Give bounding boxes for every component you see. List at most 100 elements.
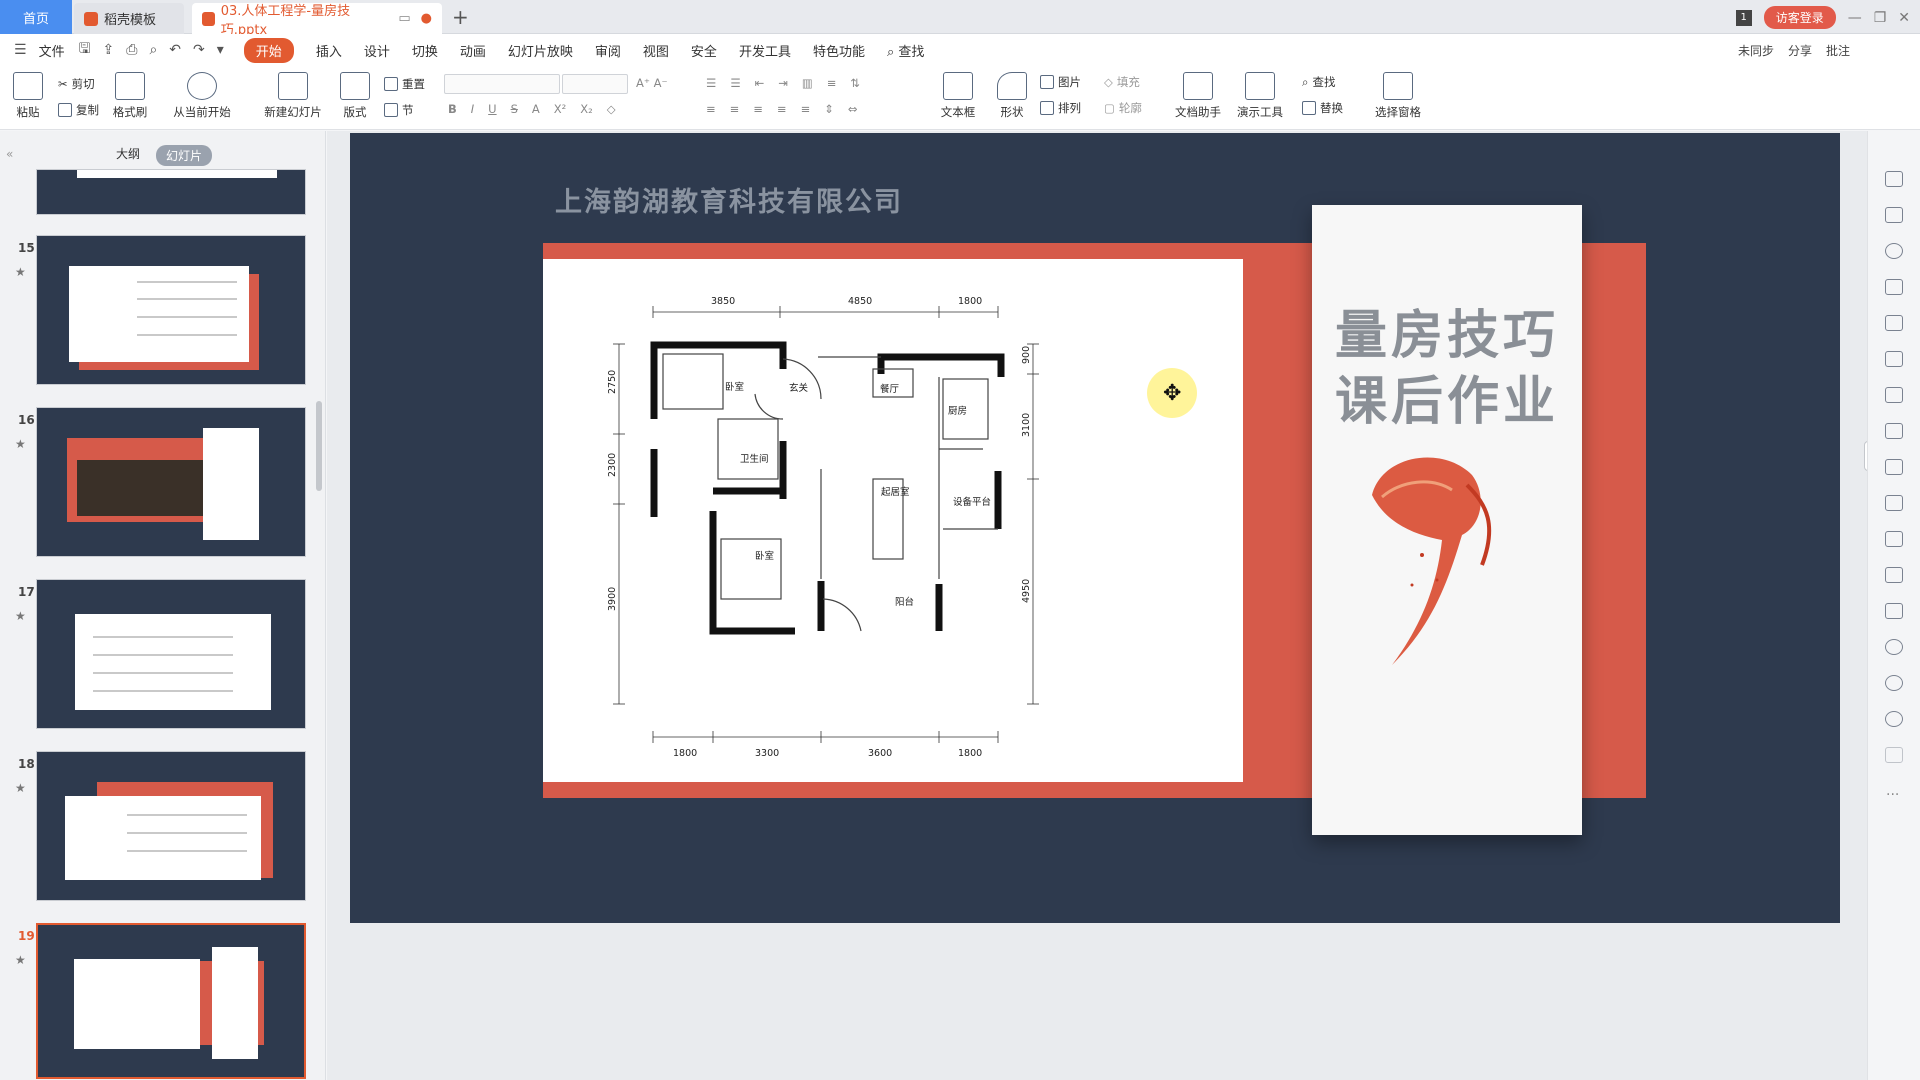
slide-thumbnail[interactable] xyxy=(36,169,306,215)
menu-security[interactable]: 安全 xyxy=(691,41,717,60)
undo-icon[interactable]: ↶ xyxy=(169,42,181,58)
tab-slides[interactable]: 幻灯片 xyxy=(156,145,213,166)
picture-button[interactable]: 图片 xyxy=(1040,74,1081,90)
slide-thumbnail-selected[interactable] xyxy=(36,923,306,1079)
print-icon[interactable]: ⎙ xyxy=(126,42,137,58)
doc-assistant-button[interactable]: 文档助手 xyxy=(1172,72,1224,120)
menu-file[interactable]: 文件 xyxy=(39,41,65,60)
login-button[interactable]: 访客登录 xyxy=(1763,6,1836,29)
number-list-icon[interactable]: ☰ xyxy=(730,76,740,90)
format-painter-button[interactable]: 格式刷 xyxy=(110,72,150,120)
window-count-badge[interactable]: 1 xyxy=(1735,9,1752,26)
save-icon[interactable]: 🖫 xyxy=(79,38,91,62)
eraser-icon[interactable]: ◇ xyxy=(607,102,616,116)
minimize-icon[interactable]: — xyxy=(1848,10,1862,26)
collapse-panel-icon[interactable]: « xyxy=(6,147,13,161)
hamburger-icon[interactable]: ☰ xyxy=(14,42,27,58)
tab-document[interactable]: 03.人体工程学-量房技巧.pptx ▭ ● xyxy=(192,3,442,38)
more-icon[interactable]: ··· xyxy=(1886,787,1899,803)
shape-button[interactable]: 形状 xyxy=(994,72,1030,120)
textbox-button[interactable]: 文本框 xyxy=(938,72,978,120)
layout-button[interactable]: 版式 xyxy=(338,72,372,120)
indent-left-icon[interactable]: ⇤ xyxy=(755,76,765,90)
preview-icon[interactable]: ⌕ xyxy=(149,42,157,58)
superscript-icon[interactable]: X² xyxy=(554,102,567,116)
slide-thumbnail[interactable] xyxy=(36,407,306,557)
reset-button[interactable]: 重置 xyxy=(384,76,425,92)
copy-panel-icon[interactable] xyxy=(1885,207,1903,223)
pin-icon[interactable] xyxy=(1885,171,1903,187)
picture-panel-icon[interactable] xyxy=(1885,567,1903,583)
window-icon[interactable] xyxy=(1885,531,1903,547)
columns-icon[interactable]: ▥ xyxy=(802,76,813,90)
font-grow-button[interactable]: A⁺ A⁻ xyxy=(636,76,668,90)
share-icon[interactable] xyxy=(1885,495,1903,511)
close-icon[interactable]: ✕ xyxy=(1898,10,1910,26)
menu-animation[interactable]: 动画 xyxy=(460,41,486,60)
underline-icon[interactable]: U xyxy=(488,102,496,116)
justify-icon[interactable]: ≡ xyxy=(777,102,787,116)
redo-icon[interactable]: ↷ xyxy=(193,42,205,58)
homework-card[interactable]: 量房技巧 课后作业 xyxy=(1312,205,1582,835)
location-icon[interactable] xyxy=(1885,243,1903,259)
cube-icon[interactable] xyxy=(1885,747,1903,763)
align-group[interactable]: ≡ ≡ ≡ ≡ ≡ ⇕ ⇔ xyxy=(706,102,857,116)
indent-right-icon[interactable]: ⇥ xyxy=(778,76,788,90)
bullet-list-icon[interactable]: ☰ xyxy=(706,76,716,90)
tab-template[interactable]: 稻壳模板 xyxy=(74,3,184,34)
slide-thumbnail[interactable] xyxy=(36,235,306,385)
distribute-icon[interactable]: ≡ xyxy=(801,102,811,116)
font-color-icon[interactable]: A xyxy=(532,102,540,116)
menu-design[interactable]: 设计 xyxy=(364,41,390,60)
bold-icon[interactable]: B xyxy=(448,102,457,116)
menu-view[interactable]: 视图 xyxy=(643,41,669,60)
paragraph-group[interactable]: ☰ ☰ ⇤ ⇥ ▥ ≡ ⇅ xyxy=(706,76,860,90)
menu-slideshow[interactable]: 幻灯片放映 xyxy=(508,41,573,60)
menu-developer[interactable]: 开发工具 xyxy=(739,41,791,60)
strike-icon[interactable]: S xyxy=(511,102,518,116)
tab-outline[interactable]: 大纲 xyxy=(116,145,140,166)
align-left-icon[interactable]: ≡ xyxy=(706,102,716,116)
tab-home[interactable]: 首页 xyxy=(0,0,72,34)
image-panel-icon[interactable] xyxy=(1885,459,1903,475)
find-button[interactable]: ⌕ 查找 xyxy=(1302,74,1335,90)
align-right-icon[interactable]: ≡ xyxy=(753,102,763,116)
menu-transition[interactable]: 切换 xyxy=(412,41,438,60)
align-center-icon[interactable]: ≡ xyxy=(730,102,740,116)
shape-panel-icon[interactable] xyxy=(1885,279,1903,295)
section-button[interactable]: 节 xyxy=(384,102,414,118)
italic-icon[interactable]: I xyxy=(471,102,474,116)
replace-button[interactable]: 替换 xyxy=(1302,100,1343,116)
menu-special[interactable]: 特色功能 xyxy=(813,41,865,60)
export-icon[interactable]: ⇪ xyxy=(103,42,115,58)
comment-button[interactable]: 批注 xyxy=(1826,42,1850,59)
line-spacing-icon[interactable]: ≡ xyxy=(827,76,837,90)
help-icon[interactable] xyxy=(1885,711,1903,727)
menu-insert[interactable]: 插入 xyxy=(316,41,342,60)
fill-button[interactable]: ◇ 填充 xyxy=(1104,74,1140,90)
menu-review[interactable]: 审阅 xyxy=(595,41,621,60)
present-tools-button[interactable]: 演示工具 xyxy=(1232,72,1288,120)
text-spacing-icon[interactable]: ⇔ xyxy=(848,102,858,116)
new-slide-button[interactable]: 新建幻灯片 xyxy=(256,72,330,120)
slide-thumbnail[interactable] xyxy=(36,579,306,729)
copy-button[interactable]: 复制 xyxy=(58,102,99,118)
audio-icon[interactable] xyxy=(1885,603,1903,619)
maximize-icon[interactable]: ❐ xyxy=(1874,10,1887,26)
arrange-button[interactable]: 排列 xyxy=(1040,100,1081,116)
font-name-select[interactable] xyxy=(444,74,560,94)
sync-status[interactable]: 未同步 xyxy=(1738,42,1774,59)
menu-search[interactable]: ⌕ 查找 xyxy=(887,41,924,60)
table-icon[interactable] xyxy=(1885,315,1903,331)
new-tab-button[interactable]: + xyxy=(452,5,469,29)
floor-plan[interactable]: 3850 4850 1800 1800 3300 3600 1800 2750 … xyxy=(543,259,1243,782)
slide[interactable]: 上海韵湖教育科技有限公司 3850 4850 1800 1800 3300 36… xyxy=(350,133,1840,923)
slide-thumbnail[interactable] xyxy=(36,751,306,901)
font-size-select[interactable] xyxy=(562,74,628,94)
tab-monitor-icon[interactable]: ▭ xyxy=(398,11,410,26)
company-title[interactable]: 上海韵湖教育科技有限公司 xyxy=(555,180,903,219)
backup-icon[interactable] xyxy=(1885,639,1903,655)
text-dir-icon[interactable]: ⇅ xyxy=(850,76,860,90)
play-from-current-button[interactable]: 从当前开始 xyxy=(164,72,240,120)
select-pane-button[interactable]: 选择窗格 xyxy=(1372,72,1424,120)
